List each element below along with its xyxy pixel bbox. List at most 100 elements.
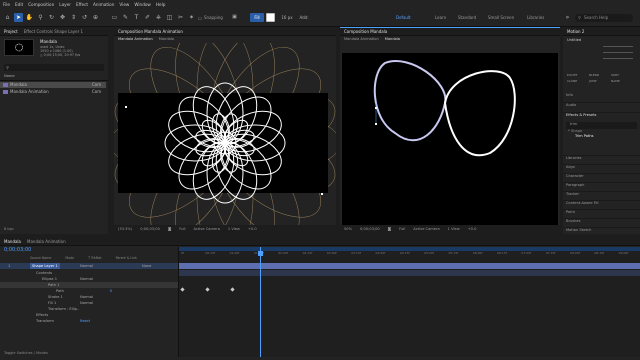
camera-dropdown[interactable]: Active Camera [194, 225, 220, 234]
subtab-mandala[interactable]: Mandala [159, 36, 174, 43]
fill-swatch-icon[interactable]: ▣ [230, 13, 239, 22]
zoom-tool-icon[interactable]: ⚲ [36, 13, 45, 22]
workspace-libraries[interactable]: Libraries [527, 15, 544, 20]
dolly-tool-icon[interactable]: ⇕ [69, 13, 78, 22]
orbit-tool-icon[interactable]: ↻ [47, 13, 56, 22]
workspace-standard[interactable]: Standard [458, 15, 476, 20]
clone-button[interactable]: CLONE [567, 79, 587, 83]
reset-link[interactable]: Reset [80, 318, 90, 324]
row-transform[interactable]: Transform Reset [0, 318, 178, 324]
section-audio[interactable]: Audio [563, 103, 640, 113]
timeline-track-area[interactable]: 0f00:15f01:00f01:15f02:00f02:15f03:00f03… [178, 247, 640, 357]
excite-button[interactable]: EXCITE [567, 73, 587, 77]
eraser-tool-icon[interactable]: ◫ [165, 13, 174, 22]
project-item-mandala-animation[interactable]: Mandala Animation Com [0, 89, 106, 95]
exposure-field[interactable]: +0.0 [468, 225, 477, 234]
comp-right-viewer[interactable] [340, 43, 560, 225]
sort-button[interactable]: SORT [611, 73, 631, 77]
camera-icon[interactable]: ◙ [388, 225, 392, 234]
toggle-switches-modes[interactable]: Toggle Switches / Modes [4, 351, 48, 355]
section-info[interactable]: Info [563, 93, 640, 103]
home-icon[interactable]: ⌂ [3, 13, 12, 22]
selection-tool-icon[interactable]: ➤ [14, 13, 23, 22]
views-dropdown[interactable]: 1 View [228, 225, 240, 234]
motion-sliders[interactable] [603, 43, 633, 71]
zoom-dropdown[interactable]: 50% [344, 225, 352, 234]
brush-tool-icon[interactable]: ✐ [143, 13, 152, 22]
keyframe[interactable] [180, 287, 185, 292]
keyframe[interactable] [205, 287, 210, 292]
camera-icon[interactable]: ◙ [168, 225, 172, 234]
resolution-dropdown[interactable]: Full [179, 225, 185, 234]
timecode-field[interactable]: 0;00;03;00 [140, 225, 160, 234]
comp-left-viewer[interactable] [114, 43, 336, 225]
zoom-dropdown[interactable]: (33.3%) [118, 225, 132, 234]
playhead-handle[interactable] [258, 251, 263, 256]
timeline-timecode[interactable]: 0;00;03;00 [4, 247, 31, 253]
exposure-field[interactable]: +0.0 [248, 225, 257, 234]
menu-window[interactable]: Window [134, 2, 151, 7]
stroke-width-field[interactable]: 16 px [278, 13, 296, 22]
keyframe[interactable] [230, 287, 235, 292]
subtab-mandala-animation[interactable]: Mandala Animation [118, 36, 153, 43]
stamp-tool-icon[interactable]: ⎈ [154, 13, 163, 22]
project-search-input[interactable]: ⚲ [4, 64, 104, 71]
playhead-line[interactable] [260, 247, 261, 357]
fill-color-button[interactable]: Fill [250, 13, 264, 22]
section-content-aware-fill[interactable]: Content-Aware Fill [563, 200, 640, 209]
name-button[interactable]: NAME [611, 79, 631, 83]
section-brushes[interactable]: Brushes [563, 218, 640, 227]
tab-timeline-mandala[interactable]: Mandala [4, 239, 21, 244]
section-character[interactable]: Character [563, 173, 640, 182]
section-libraries[interactable]: Libraries [563, 155, 640, 164]
menu-composition[interactable]: Composition [28, 2, 54, 7]
menu-layer[interactable]: Layer [59, 2, 71, 7]
workspace-small-screen[interactable]: Small Screen [488, 15, 514, 20]
workspace-learn[interactable]: Learn [435, 15, 446, 20]
project-item-mandala[interactable]: Mandala Com [0, 82, 106, 88]
timecode-field[interactable]: 0;00;03;00 [360, 225, 380, 234]
tab-project[interactable]: Project [4, 29, 18, 34]
menu-file[interactable]: File [3, 2, 10, 7]
stroke-color-button[interactable] [266, 13, 275, 22]
subtab-mandala-animation[interactable]: Mandala Animation [344, 36, 379, 43]
tab-composition-right[interactable]: Composition Mandala [344, 29, 387, 34]
bpc-label[interactable]: 8 bpc [4, 227, 14, 231]
views-dropdown[interactable]: 1 View [448, 225, 460, 234]
menu-view[interactable]: View [119, 2, 129, 7]
tab-motion[interactable]: Motion 2 [567, 29, 584, 34]
resolution-dropdown[interactable]: Full [399, 225, 405, 234]
layer-mode[interactable]: Normal [80, 263, 93, 269]
menu-more-icon[interactable]: » [563, 13, 572, 22]
section-motion-sketch[interactable]: Motion Sketch [563, 227, 640, 236]
puppet-tool-icon[interactable]: ✶ [187, 13, 196, 22]
anchor-tool-icon[interactable]: ⊕ [91, 13, 100, 22]
camera-dropdown[interactable]: Active Camera [413, 225, 439, 234]
search-help-input[interactable]: ⚲ Search Help [575, 14, 633, 22]
add-button[interactable]: Add: [298, 13, 310, 22]
layer-name[interactable]: Shape Layer 1 [30, 263, 60, 269]
pan-tool-icon[interactable]: ✥ [58, 13, 67, 22]
rectangle-tool-icon[interactable]: ▭ [110, 13, 119, 22]
tab-composition-left[interactable]: Composition Mandala Animation [118, 29, 183, 34]
section-align[interactable]: Align [563, 164, 640, 173]
layer-parent[interactable]: None [142, 263, 151, 269]
section-paint[interactable]: Paint [563, 209, 640, 218]
motion-dropdown[interactable]: Untitled [567, 38, 581, 42]
roto-tool-icon[interactable]: ✂ [176, 13, 185, 22]
snapping-checkbox[interactable]: ☐ [198, 16, 202, 21]
tab-effect-controls[interactable]: Effect Controls Shape Layer 1 [24, 29, 83, 34]
section-effects-presets[interactable]: Effects & Presets [563, 113, 640, 122]
workspace-default[interactable]: Default [396, 15, 411, 20]
menu-effect[interactable]: Effect [76, 2, 88, 7]
pen-tool-icon[interactable]: ✎ [121, 13, 130, 22]
time-ruler[interactable]: 0f00:15f01:00f01:15f02:00f02:15f03:00f03… [179, 251, 640, 258]
rotate-tool-icon[interactable]: ↺ [80, 13, 89, 22]
menu-animation[interactable]: Animation [93, 2, 114, 7]
subtab-mandala[interactable]: Mandala [385, 36, 400, 43]
blend-button[interactable]: BLEND [589, 73, 609, 77]
layer-bar[interactable] [179, 263, 640, 269]
jump-button[interactable]: JUMP [589, 79, 609, 83]
tab-timeline-mandala-animation[interactable]: Mandala Animation [27, 239, 66, 244]
layer-row[interactable]: 1 Shape Layer 1 Normal None [0, 263, 178, 269]
